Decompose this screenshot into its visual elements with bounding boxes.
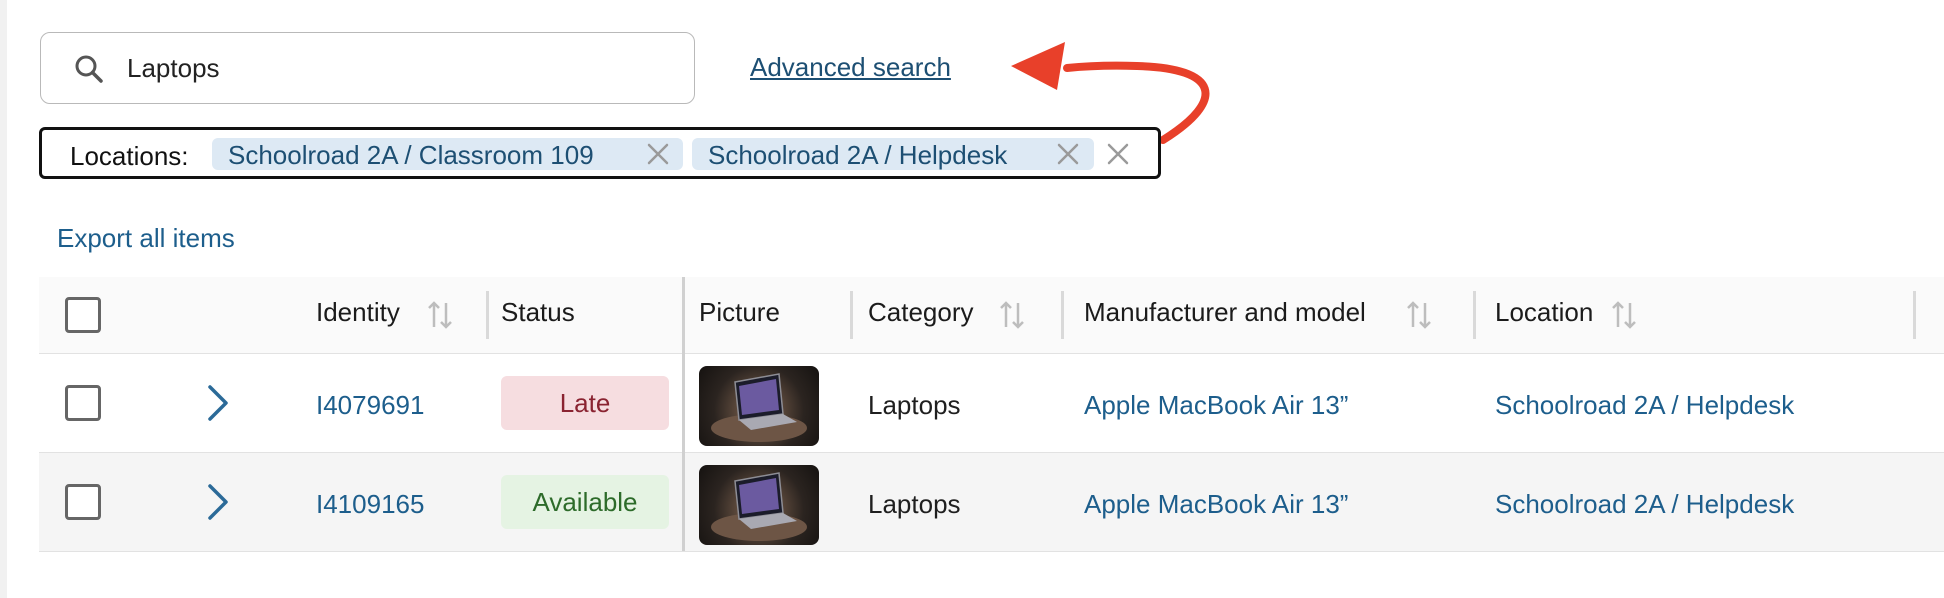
search-box[interactable] (40, 32, 695, 104)
column-divider[interactable] (1913, 291, 1916, 339)
row-checkbox[interactable] (65, 385, 101, 421)
close-icon[interactable] (1056, 142, 1080, 166)
laptop-image-icon (711, 373, 807, 442)
status-badge: Available (501, 475, 669, 529)
category-cell: Laptops (868, 390, 961, 420)
laptop-picture[interactable] (699, 465, 819, 545)
select-all-checkbox[interactable] (65, 297, 101, 333)
column-header-status: Status (501, 297, 575, 327)
manufacturer-link[interactable]: Apple MacBook Air 13” (1084, 390, 1348, 421)
column-header-identity[interactable]: Identity (316, 297, 400, 328)
identity-link[interactable]: I4079691 (316, 390, 424, 421)
column-divider[interactable] (850, 291, 853, 339)
column-header-location[interactable]: Location (1495, 297, 1593, 328)
close-icon[interactable] (646, 142, 670, 166)
column-header-manufacturer[interactable]: Manufacturer and model (1084, 297, 1366, 328)
table-row[interactable]: I4109165 Available Laptops Apple MacBook… (39, 453, 1944, 552)
chevron-right-icon[interactable] (204, 482, 232, 522)
table-header: Identity Status Picture Category Manufac… (39, 277, 1944, 354)
location-link[interactable]: Schoolroad 2A / Helpdesk (1495, 489, 1794, 520)
sort-icon[interactable] (426, 299, 454, 331)
export-all-items-link[interactable]: Export all items (57, 223, 235, 254)
filter-label: Locations: (70, 141, 189, 171)
laptop-image-icon (711, 472, 807, 541)
sort-icon[interactable] (1610, 299, 1638, 331)
column-divider[interactable] (1473, 291, 1476, 339)
column-header-category[interactable]: Category (868, 297, 974, 328)
column-header-picture: Picture (699, 297, 780, 327)
search-input[interactable] (127, 45, 667, 91)
column-divider[interactable] (486, 291, 489, 339)
column-divider[interactable] (1061, 291, 1064, 339)
sort-icon[interactable] (998, 299, 1026, 331)
location-filter-bar: Locations: Schoolroad 2A / Classroom 109… (39, 127, 1161, 179)
manufacturer-link[interactable]: Apple MacBook Air 13” (1084, 489, 1348, 520)
main-panel: Advanced search Locations: Schoolroad 2A… (7, 0, 1944, 598)
frozen-column-divider (682, 277, 685, 551)
identity-link[interactable]: I4109165 (316, 489, 424, 520)
clear-filters-close-icon[interactable] (1106, 142, 1130, 166)
search-icon (75, 55, 103, 83)
status-badge: Late (501, 376, 669, 430)
filter-chip-label: Schoolroad 2A / Classroom 109 (228, 140, 594, 170)
filter-chip-label: Schoolroad 2A / Helpdesk (708, 140, 1008, 170)
location-link[interactable]: Schoolroad 2A / Helpdesk (1495, 390, 1794, 421)
filter-chip-helpdesk: Schoolroad 2A / Helpdesk (692, 138, 1094, 170)
sort-icon[interactable] (1405, 299, 1433, 331)
category-cell: Laptops (868, 489, 961, 519)
advanced-search-link[interactable]: Advanced search (750, 52, 951, 83)
table-row[interactable]: I4079691 Late Laptops Apple MacBook Air … (39, 354, 1944, 453)
chevron-right-icon[interactable] (204, 383, 232, 423)
laptop-picture[interactable] (699, 366, 819, 446)
row-checkbox[interactable] (65, 484, 101, 520)
filter-chip-classroom-109: Schoolroad 2A / Classroom 109 (212, 138, 683, 170)
